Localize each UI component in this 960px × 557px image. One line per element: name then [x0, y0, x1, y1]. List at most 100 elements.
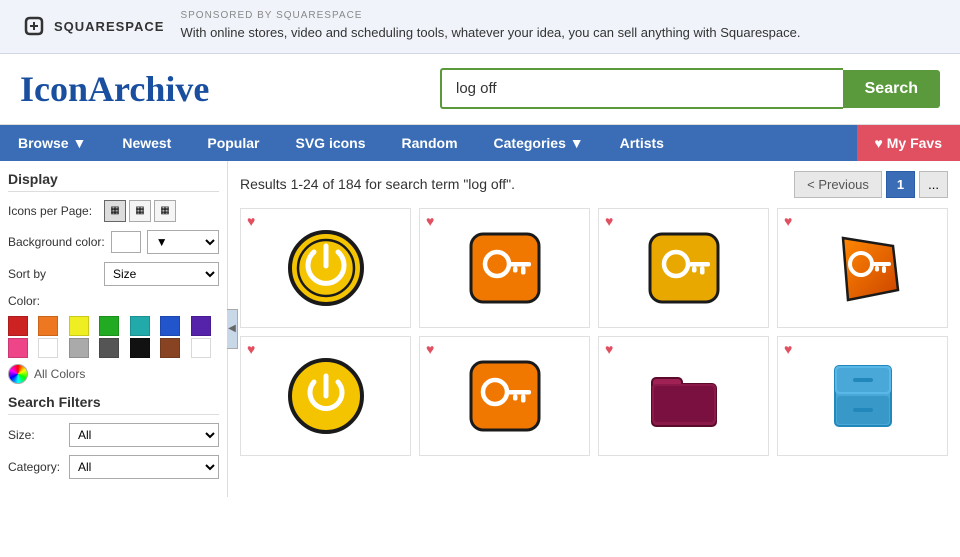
sort-select[interactable]: Size Name Date Downloads: [104, 262, 219, 286]
color-swatch-blue[interactable]: [160, 316, 180, 336]
fav-heart-3[interactable]: ♥: [605, 213, 613, 229]
sponsor-message: SPONSORED BY SQUARESPACE With online sto…: [180, 10, 800, 43]
icon-image-3: [644, 228, 724, 308]
color-swatch-white[interactable]: [38, 338, 58, 358]
icon-image-2: [465, 228, 545, 308]
results-text: Results 1-24 of 184 for search term "log…: [240, 176, 515, 192]
fav-heart-4[interactable]: ♥: [784, 213, 792, 229]
power-button-svg: [286, 228, 366, 308]
folder-pink-svg: [644, 356, 724, 436]
color-swatch-purple[interactable]: [191, 316, 211, 336]
fav-heart-5[interactable]: ♥: [247, 341, 255, 357]
squarespace-logo-icon: [20, 12, 48, 40]
current-page-number: 1: [886, 171, 915, 198]
nav-item-newest[interactable]: Newest: [104, 125, 189, 161]
category-filter-select[interactable]: All: [69, 455, 219, 479]
pagination: < Previous 1 ...: [794, 171, 948, 198]
header: IconArchive Search: [0, 54, 960, 125]
icon-cell-4[interactable]: ♥: [777, 208, 948, 328]
nav-item-random[interactable]: Random: [384, 125, 476, 161]
size-small-btn[interactable]: ▦: [104, 200, 126, 222]
sponsor-bar: SQUARESPACE SPONSORED BY SQUARESPACE Wit…: [0, 0, 960, 54]
fav-heart-2[interactable]: ♥: [426, 213, 434, 229]
nav-item-browse[interactable]: Browse ▼: [0, 125, 104, 161]
category-filter-label: Category:: [8, 460, 63, 474]
search-button[interactable]: Search: [843, 70, 940, 108]
nav-bar: Browse ▼ Newest Popular SVG icons Random…: [0, 125, 960, 161]
nav-item-favs[interactable]: ♥ My Favs: [857, 125, 960, 161]
sponsor-label: SPONSORED BY SQUARESPACE: [180, 10, 800, 21]
power-button-2-svg: [286, 356, 366, 436]
sidebar: Display Icons per Page: ▦ ▦ ▦ Background…: [0, 161, 228, 497]
color-swatch-white2[interactable]: [191, 338, 211, 358]
size-filter-row: Size: All 16 24 32 48 64 128 256 512: [8, 423, 219, 447]
color-swatch-brown[interactable]: [160, 338, 180, 358]
main-content: Results 1-24 of 184 for search term "log…: [228, 161, 960, 497]
color-swatch-black[interactable]: [130, 338, 150, 358]
bg-color-label: Background color:: [8, 235, 105, 249]
icon-cell-2[interactable]: ♥: [419, 208, 590, 328]
icon-image-7: [644, 356, 724, 436]
color-swatch-red[interactable]: [8, 316, 28, 336]
nav-item-categories[interactable]: Categories ▼: [476, 125, 602, 161]
bg-color-select[interactable]: ▼: [147, 230, 219, 254]
nav-item-svg[interactable]: SVG icons: [277, 125, 383, 161]
key-orange-svg: [465, 228, 545, 308]
bg-color-picker[interactable]: [111, 231, 141, 253]
sort-row: Sort by Size Name Date Downloads: [8, 262, 219, 286]
color-swatch-darkgray[interactable]: [99, 338, 119, 358]
key-gold-svg: [644, 228, 724, 308]
icon-image-5: [286, 356, 366, 436]
icon-image-1: [286, 228, 366, 308]
size-filter-select[interactable]: All 16 24 32 48 64 128 256 512: [69, 423, 219, 447]
color-swatch-green[interactable]: [99, 316, 119, 336]
size-large-btn[interactable]: ▦: [154, 200, 176, 222]
color-label: Color:: [8, 294, 98, 308]
color-swatch-gray[interactable]: [69, 338, 89, 358]
icon-cell-8[interactable]: ♥: [777, 336, 948, 456]
icon-size-buttons: ▦ ▦ ▦: [104, 200, 176, 222]
icon-cell-5[interactable]: ♥: [240, 336, 411, 456]
color-swatch-pink[interactable]: [8, 338, 28, 358]
search-input[interactable]: [440, 68, 843, 109]
fav-heart-6[interactable]: ♥: [426, 341, 434, 357]
color-grid: [8, 316, 219, 358]
icons-per-page-label: Icons per Page:: [8, 204, 98, 218]
nav-item-artists[interactable]: Artists: [602, 125, 682, 161]
size-medium-btn[interactable]: ▦: [129, 200, 151, 222]
site-logo[interactable]: IconArchive: [20, 68, 209, 110]
icon-cell-6[interactable]: ♥: [419, 336, 590, 456]
search-filters-title: Search Filters: [8, 394, 219, 415]
key-orange2-svg: [465, 356, 545, 436]
sponsor-logo-text: SQUARESPACE: [54, 19, 164, 34]
icon-cell-7[interactable]: ♥: [598, 336, 769, 456]
size-filter-label: Size:: [8, 428, 63, 442]
color-swatch-yellow[interactable]: [69, 316, 89, 336]
search-area: Search: [440, 68, 940, 109]
sort-label: Sort by: [8, 267, 98, 281]
icon-image-4: [823, 228, 903, 308]
icons-per-page-row: Icons per Page: ▦ ▦ ▦: [8, 200, 219, 222]
key-3d-svg: [823, 228, 903, 308]
prev-page-button[interactable]: < Previous: [794, 171, 882, 198]
fav-heart-7[interactable]: ♥: [605, 341, 613, 357]
results-header: Results 1-24 of 184 for search term "log…: [240, 171, 948, 198]
icon-image-8: [823, 356, 903, 436]
color-swatch-orange[interactable]: [38, 316, 58, 336]
display-section-title: Display: [8, 171, 219, 192]
color-label-row: Color:: [8, 294, 219, 308]
icon-cell-3[interactable]: ♥: [598, 208, 769, 328]
icon-cell-1[interactable]: ♥: [240, 208, 411, 328]
content-area: Display Icons per Page: ▦ ▦ ▦ Background…: [0, 161, 960, 497]
color-swatch-teal[interactable]: [130, 316, 150, 336]
all-colors-icon: [8, 364, 28, 384]
all-colors-row[interactable]: All Colors: [8, 364, 219, 384]
bg-color-row: Background color: ▼: [8, 230, 219, 254]
sidebar-collapse-handle[interactable]: ◀: [227, 309, 238, 349]
fav-heart-1[interactable]: ♥: [247, 213, 255, 229]
sponsor-text: With online stores, video and scheduling…: [180, 25, 800, 40]
fav-heart-8[interactable]: ♥: [784, 341, 792, 357]
nav-item-popular[interactable]: Popular: [189, 125, 277, 161]
more-pages-indicator[interactable]: ...: [919, 171, 948, 198]
cabinet-blue-svg: [823, 356, 903, 436]
